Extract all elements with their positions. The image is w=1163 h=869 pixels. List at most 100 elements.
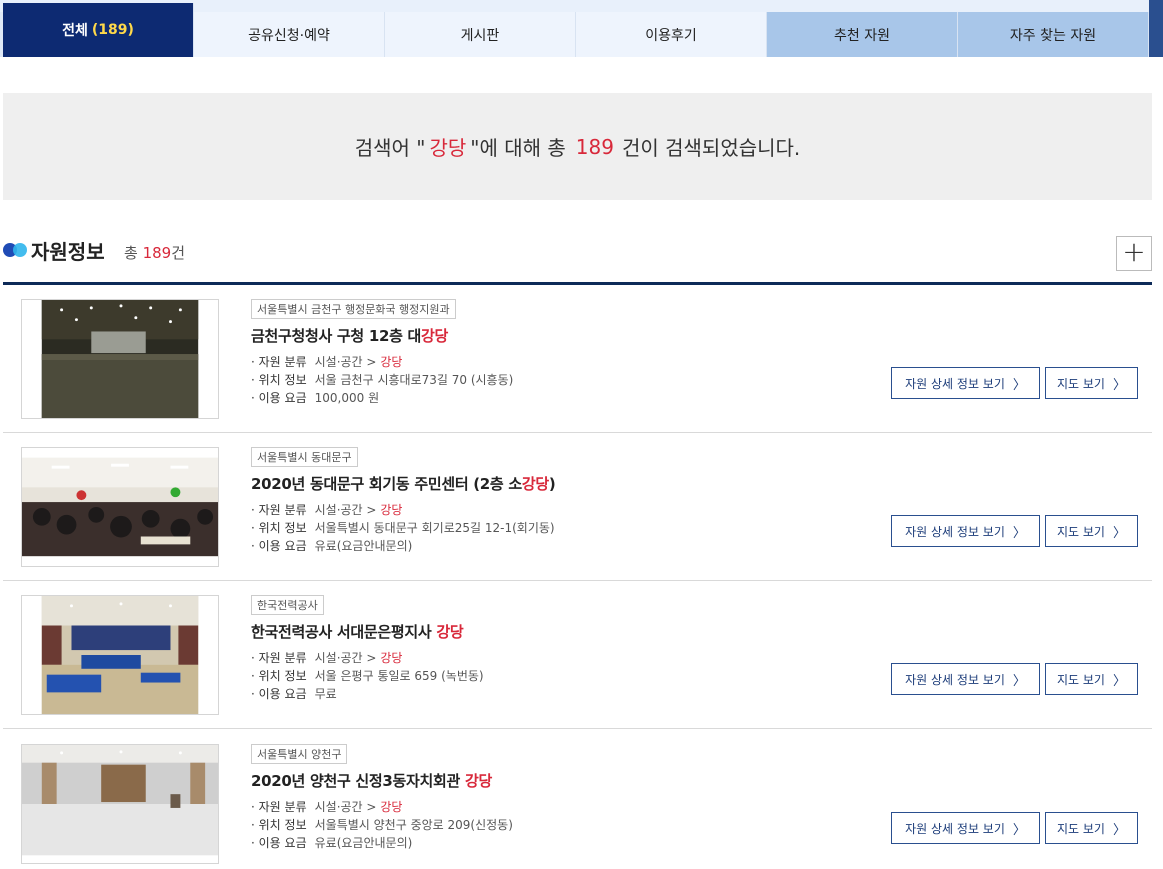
- tab-all[interactable]: 전체 (189): [3, 3, 194, 57]
- result-title-main: 2020년 양천구 신정3동자치회관: [251, 772, 465, 790]
- result-location-row: 위치 정보 서울특별시 양천구 중앙로 209(신정동): [251, 816, 513, 834]
- result-meta: 자원 분류 시설·공간 > 강당 위치 정보 서울 금천구 시흥대로73길 70 (…: [251, 353, 513, 407]
- map-button[interactable]: 지도 보기 〉: [1045, 663, 1138, 695]
- category-label: 자원 분류: [251, 503, 307, 517]
- category-keyword: 강당: [380, 503, 403, 517]
- result-fee-row: 이용 요금 유료(요금안내문의): [251, 537, 555, 555]
- map-button-label: 지도 보기: [1057, 376, 1105, 391]
- result-title[interactable]: 2020년 동대문구 회기동 주민센터 (2층 소강당): [251, 473, 556, 494]
- fee-value: 무료: [314, 687, 337, 701]
- chevron-right-icon: 〉: [1112, 525, 1126, 541]
- chevron-right-icon: 〉: [1112, 673, 1126, 689]
- summary-middle: "에 대해 총: [470, 136, 566, 160]
- detail-button[interactable]: 자원 상세 정보 보기 〉: [891, 367, 1040, 399]
- result-title[interactable]: 2020년 양천구 신정3동자치회관 강당: [251, 770, 492, 791]
- result-item: 서울특별시 금천구 행정문화국 행정지원과 금천구청청사 구청 12층 대강당 …: [3, 285, 1152, 433]
- map-button[interactable]: 지도 보기 〉: [1045, 515, 1138, 547]
- section-total: 총 189건: [124, 242, 185, 263]
- result-title-keyword: 강당: [521, 475, 549, 493]
- category-value: 시설·공간 >: [314, 651, 377, 665]
- summary-suffix: 건이 검색되었습니다.: [621, 136, 801, 160]
- result-thumbnail[interactable]: [21, 744, 219, 864]
- detail-button-label: 자원 상세 정보 보기: [905, 524, 1005, 539]
- result-location-row: 위치 정보 서울 은평구 통일로 659 (녹번동): [251, 667, 484, 685]
- detail-button-label: 자원 상세 정보 보기: [905, 821, 1005, 836]
- fee-value: 유료(요금안내문의): [314, 539, 413, 553]
- location-label: 위치 정보: [251, 669, 307, 683]
- section-dots-icon: [3, 243, 29, 257]
- category-keyword: 강당: [380, 355, 403, 369]
- summary-prefix: 검색어 ": [354, 136, 426, 160]
- detail-button[interactable]: 자원 상세 정보 보기 〉: [891, 812, 1040, 844]
- result-title-keyword: 강당: [421, 327, 449, 345]
- result-fee-row: 이용 요금 100,000 원: [251, 389, 513, 407]
- map-button-label: 지도 보기: [1057, 821, 1105, 836]
- result-org: 서울특별시 동대문구: [251, 447, 358, 467]
- category-keyword: 강당: [380, 651, 403, 665]
- map-button[interactable]: 지도 보기 〉: [1045, 367, 1138, 399]
- chevron-right-icon: 〉: [1012, 377, 1026, 393]
- result-title[interactable]: 한국전력공사 서대문은평지사 강당: [251, 621, 464, 642]
- fee-label: 이용 요금: [251, 391, 307, 405]
- result-item: 서울특별시 동대문구 2020년 동대문구 회기동 주민센터 (2층 소강당) …: [3, 433, 1152, 581]
- tab-reviews[interactable]: 이용후기: [576, 12, 767, 57]
- location-value: 서울 은평구 통일로 659 (녹번동): [314, 669, 484, 683]
- result-org: 서울특별시 금천구 행정문화국 행정지원과: [251, 299, 456, 319]
- chevron-right-icon: 〉: [1112, 377, 1126, 393]
- section-total-suffix: 건: [171, 244, 186, 262]
- location-value: 서울특별시 양천구 중앙로 209(신정동): [314, 818, 513, 832]
- tab-share-request[interactable]: 공유신청·예약: [194, 12, 385, 57]
- result-meta: 자원 분류 시설·공간 > 강당 위치 정보 서울특별시 동대문구 회기로25길 1…: [251, 501, 555, 555]
- result-title-main: 2020년 동대문구 회기동 주민센터 (2층 소: [251, 475, 522, 493]
- result-title-tail: ): [548, 475, 556, 493]
- section-total-prefix: 총: [124, 244, 138, 262]
- detail-button-label: 자원 상세 정보 보기: [905, 672, 1005, 687]
- category-value: 시설·공간 >: [314, 800, 377, 814]
- result-title[interactable]: 금천구청청사 구청 12층 대강당: [251, 325, 448, 346]
- category-value: 시설·공간 >: [314, 355, 377, 369]
- result-thumbnail[interactable]: [21, 595, 219, 715]
- detail-button[interactable]: 자원 상세 정보 보기 〉: [891, 515, 1040, 547]
- fee-label: 이용 요금: [251, 836, 307, 850]
- detail-button-label: 자원 상세 정보 보기: [905, 376, 1005, 391]
- detail-button[interactable]: 자원 상세 정보 보기 〉: [891, 663, 1040, 695]
- chevron-right-icon: 〉: [1112, 822, 1126, 838]
- summary-count: 189: [575, 134, 614, 159]
- result-location-row: 위치 정보 서울특별시 동대문구 회기로25길 12-1(회기동): [251, 519, 555, 537]
- section-header: 자원정보 총 189건 +: [3, 232, 1152, 285]
- location-label: 위치 정보: [251, 818, 307, 832]
- result-thumbnail[interactable]: [21, 299, 219, 419]
- expand-button[interactable]: +: [1116, 236, 1152, 271]
- result-thumbnail[interactable]: [21, 447, 219, 567]
- result-fee-row: 이용 요금 유료(요금안내문의): [251, 834, 513, 852]
- category-keyword: 강당: [380, 800, 403, 814]
- result-title-main: 한국전력공사 서대문은평지사: [251, 623, 437, 641]
- chevron-right-icon: 〉: [1012, 822, 1026, 838]
- tab-board[interactable]: 게시판: [385, 12, 576, 57]
- result-org: 서울특별시 양천구: [251, 744, 348, 764]
- result-fee-row: 이용 요금 무료: [251, 685, 484, 703]
- result-org: 한국전력공사: [251, 595, 324, 615]
- location-label: 위치 정보: [251, 373, 307, 387]
- search-summary: 검색어 " 강당 "에 대해 총 189 건이 검색되었습니다.: [3, 93, 1152, 200]
- tab-frequent[interactable]: 자주 찾는 자원: [958, 12, 1149, 57]
- tab-recommended[interactable]: 추천 자원: [767, 12, 958, 57]
- result-category-row: 자원 분류 시설·공간 > 강당: [251, 649, 484, 667]
- result-category-row: 자원 분류 시설·공간 > 강당: [251, 798, 513, 816]
- location-value: 서울 금천구 시흥대로73길 70 (시흥동): [314, 373, 514, 387]
- location-value: 서울특별시 동대문구 회기로25길 12-1(회기동): [314, 521, 555, 535]
- fee-value: 유료(요금안내문의): [314, 836, 413, 850]
- map-button-label: 지도 보기: [1057, 672, 1105, 687]
- category-value: 시설·공간 >: [314, 503, 377, 517]
- result-meta: 자원 분류 시설·공간 > 강당 위치 정보 서울특별시 양천구 중앙로 209(신…: [251, 798, 513, 852]
- result-item: 서울특별시 양천구 2020년 양천구 신정3동자치회관 강당 자원 분류 시설·…: [3, 730, 1152, 869]
- summary-keyword: 강당: [429, 136, 467, 160]
- tab-all-count: (189): [91, 22, 134, 38]
- category-label: 자원 분류: [251, 355, 307, 369]
- map-button[interactable]: 지도 보기 〉: [1045, 812, 1138, 844]
- result-meta: 자원 분류 시설·공간 > 강당 위치 정보 서울 은평구 통일로 659 (녹번동…: [251, 649, 484, 703]
- result-title-main: 금천구청청사 구청 12층 대: [251, 327, 422, 345]
- result-location-row: 위치 정보 서울 금천구 시흥대로73길 70 (시흥동): [251, 371, 513, 389]
- section-total-count: 189: [142, 244, 172, 262]
- tab-all-label: 전체: [62, 23, 88, 39]
